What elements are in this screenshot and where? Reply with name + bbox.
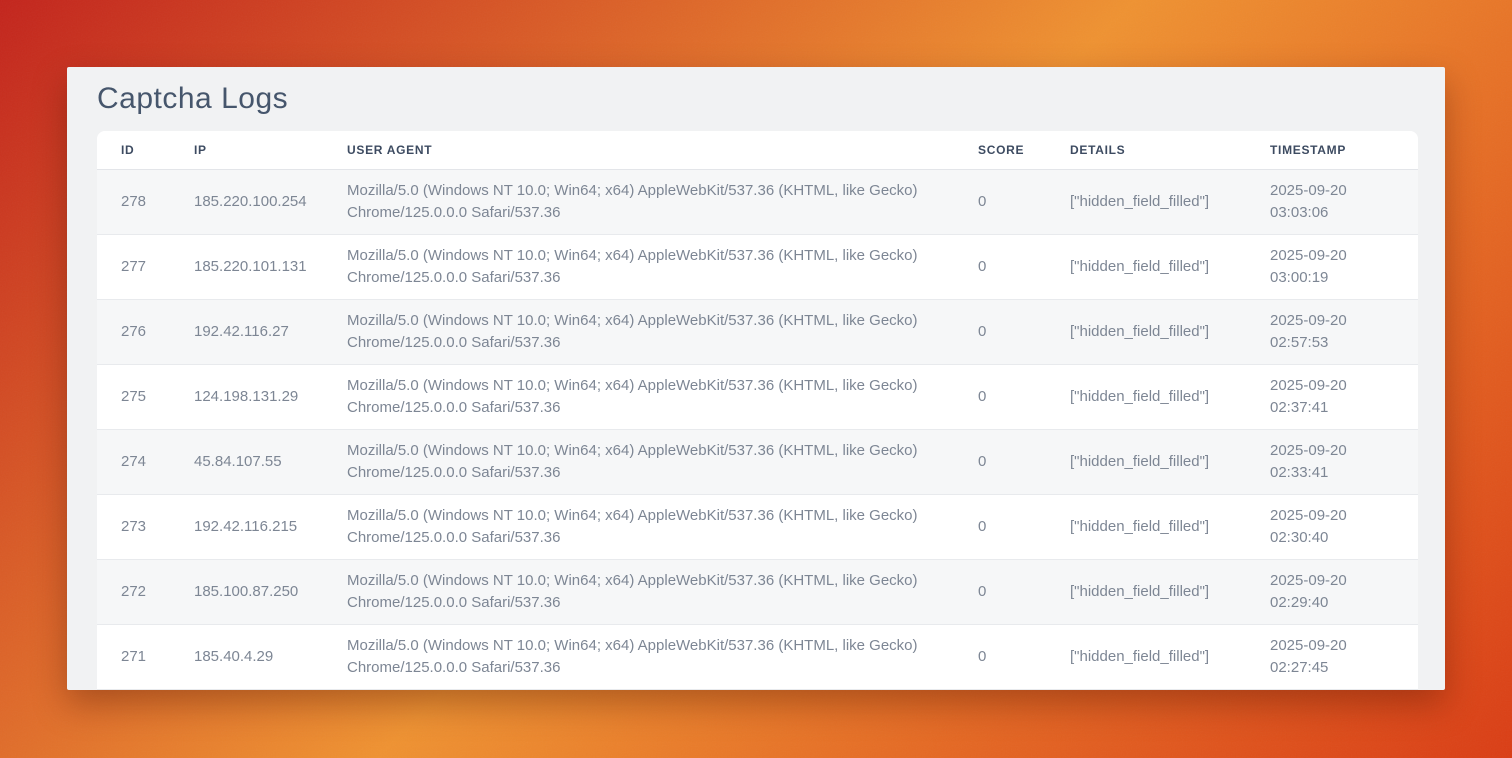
cell-id: 277 (97, 234, 194, 299)
cell-id: 278 (97, 169, 194, 234)
column-header-timestamp: TIMESTAMP (1270, 131, 1418, 169)
cell-user-agent: Mozilla/5.0 (Windows NT 10.0; Win64; x64… (347, 429, 978, 494)
cell-score: 0 (978, 559, 1070, 624)
column-header-details: DETAILS (1070, 131, 1270, 169)
cell-details: ["hidden_field_filled"] (1070, 169, 1270, 234)
logs-table-container[interactable]: ID IP USER AGENT SCORE DETAILS TIMESTAMP… (97, 131, 1418, 690)
table-row: 272 185.100.87.250 Mozilla/5.0 (Windows … (97, 559, 1418, 624)
cell-timestamp: 2025-09-20 02:30:40 (1270, 494, 1418, 559)
cell-timestamp: 2025-09-20 02:27:45 (1270, 624, 1418, 689)
column-header-user-agent: USER AGENT (347, 131, 978, 169)
cell-details: ["hidden_field_filled"] (1070, 624, 1270, 689)
cell-ip: 192.42.116.27 (194, 299, 347, 364)
cell-score: 0 (978, 624, 1070, 689)
page-background: { "page": { "title": "Captcha Logs" }, "… (0, 0, 1512, 758)
cell-score: 0 (978, 364, 1070, 429)
table-row: 271 185.40.4.29 Mozilla/5.0 (Windows NT … (97, 624, 1418, 689)
captcha-logs-card: Captcha Logs ID IP USER AGENT SCORE DETA… (67, 67, 1445, 690)
cell-user-agent: Mozilla/5.0 (Windows NT 10.0; Win64; x64… (347, 559, 978, 624)
table-row: 277 185.220.101.131 Mozilla/5.0 (Windows… (97, 234, 1418, 299)
cell-timestamp: 2025-09-20 02:33:41 (1270, 429, 1418, 494)
cell-ip: 124.198.131.29 (194, 364, 347, 429)
captcha-logs-table: ID IP USER AGENT SCORE DETAILS TIMESTAMP… (97, 131, 1418, 690)
cell-ip: 192.42.116.215 (194, 494, 347, 559)
cell-timestamp: 2025-09-20 02:57:53 (1270, 299, 1418, 364)
cell-id: 273 (97, 494, 194, 559)
table-row: 275 124.198.131.29 Mozilla/5.0 (Windows … (97, 364, 1418, 429)
cell-id: 274 (97, 429, 194, 494)
cell-id: 276 (97, 299, 194, 364)
table-row: 278 185.220.100.254 Mozilla/5.0 (Windows… (97, 169, 1418, 234)
cell-id: 271 (97, 624, 194, 689)
cell-user-agent: Mozilla/5.0 (Windows NT 10.0; Win64; x64… (347, 494, 978, 559)
cell-timestamp: 2025-09-20 03:03:06 (1270, 169, 1418, 234)
table-body: 278 185.220.100.254 Mozilla/5.0 (Windows… (97, 169, 1418, 689)
cell-details: ["hidden_field_filled"] (1070, 494, 1270, 559)
cell-details: ["hidden_field_filled"] (1070, 364, 1270, 429)
table-header-row: ID IP USER AGENT SCORE DETAILS TIMESTAMP (97, 131, 1418, 169)
cell-id: 275 (97, 364, 194, 429)
cell-timestamp: 2025-09-20 03:00:19 (1270, 234, 1418, 299)
cell-user-agent: Mozilla/5.0 (Windows NT 10.0; Win64; x64… (347, 299, 978, 364)
table-row: 273 192.42.116.215 Mozilla/5.0 (Windows … (97, 494, 1418, 559)
cell-user-agent: Mozilla/5.0 (Windows NT 10.0; Win64; x64… (347, 624, 978, 689)
cell-details: ["hidden_field_filled"] (1070, 234, 1270, 299)
cell-score: 0 (978, 169, 1070, 234)
page-title: Captcha Logs (67, 67, 1445, 131)
cell-timestamp: 2025-09-20 02:37:41 (1270, 364, 1418, 429)
cell-user-agent: Mozilla/5.0 (Windows NT 10.0; Win64; x64… (347, 169, 978, 234)
cell-ip: 45.84.107.55 (194, 429, 347, 494)
cell-details: ["hidden_field_filled"] (1070, 299, 1270, 364)
table-row: 276 192.42.116.27 Mozilla/5.0 (Windows N… (97, 299, 1418, 364)
cell-score: 0 (978, 429, 1070, 494)
cell-ip: 185.220.100.254 (194, 169, 347, 234)
cell-timestamp: 2025-09-20 02:29:40 (1270, 559, 1418, 624)
cell-ip: 185.220.101.131 (194, 234, 347, 299)
cell-id: 272 (97, 559, 194, 624)
cell-score: 0 (978, 234, 1070, 299)
column-header-score: SCORE (978, 131, 1070, 169)
cell-details: ["hidden_field_filled"] (1070, 429, 1270, 494)
cell-ip: 185.40.4.29 (194, 624, 347, 689)
table-row: 274 45.84.107.55 Mozilla/5.0 (Windows NT… (97, 429, 1418, 494)
cell-user-agent: Mozilla/5.0 (Windows NT 10.0; Win64; x64… (347, 364, 978, 429)
cell-details: ["hidden_field_filled"] (1070, 559, 1270, 624)
column-header-id: ID (97, 131, 194, 169)
cell-user-agent: Mozilla/5.0 (Windows NT 10.0; Win64; x64… (347, 234, 978, 299)
cell-ip: 185.100.87.250 (194, 559, 347, 624)
table-header: ID IP USER AGENT SCORE DETAILS TIMESTAMP (97, 131, 1418, 169)
cell-score: 0 (978, 299, 1070, 364)
cell-score: 0 (978, 494, 1070, 559)
column-header-ip: IP (194, 131, 347, 169)
